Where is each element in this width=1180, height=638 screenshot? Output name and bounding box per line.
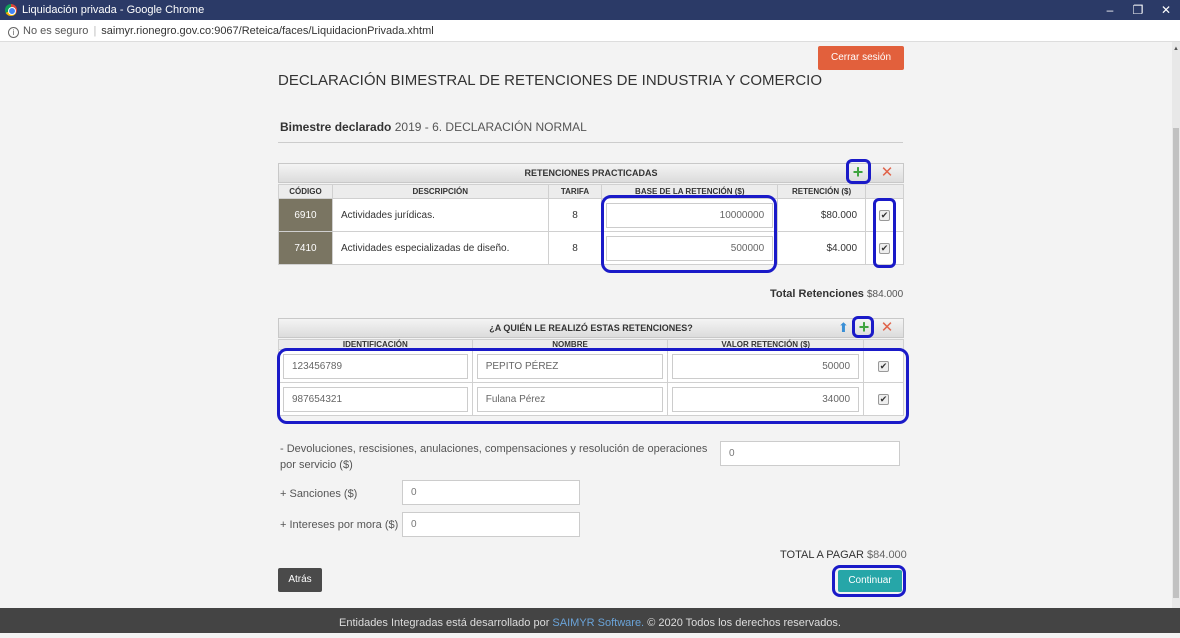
select-cell: ✔	[865, 198, 904, 232]
identificacion-input[interactable]: 123456789	[283, 353, 468, 379]
retenciones-table: CÓDIGO DESCRIPCIÓN TARIFA BASE DE LA RET…	[278, 184, 904, 265]
agentes-table: IDENTIFICACIÓN NOMBRE VALOR RETENCIÓN ($…	[278, 339, 904, 416]
close-window-icon[interactable]: ✕	[1152, 0, 1180, 20]
agentes-header-row: IDENTIFICACIÓN NOMBRE VALOR RETENCIÓN ($…	[278, 339, 904, 350]
retenciones-header-row: CÓDIGO DESCRIPCIÓN TARIFA BASE DE LA RET…	[278, 184, 904, 199]
valor-cell: 34000	[667, 382, 865, 416]
restore-icon[interactable]: ❐	[1124, 0, 1152, 20]
valor-input[interactable]: 34000	[672, 386, 860, 412]
table-row: 987654321 Fulana Pérez 34000 ✔	[278, 382, 904, 416]
intereses-input[interactable]: 0	[402, 512, 580, 537]
base-input[interactable]: 500000	[606, 235, 774, 261]
url-text[interactable]: saimyr.rionegro.gov.co:9067/Reteica/face…	[101, 25, 433, 37]
header-divider	[278, 142, 903, 143]
col-codigo: CÓDIGO	[278, 184, 333, 199]
browser-titlebar: Liquidación privada - Google Chrome – ❐ …	[0, 0, 1180, 20]
identificacion-cell: 123456789	[278, 349, 473, 383]
base-cell: 500000	[601, 231, 779, 265]
upload-arrow-up-icon[interactable]: ⬆	[838, 321, 849, 335]
table-row: 123456789 PEPITO PÉREZ 50000 ✔	[278, 349, 904, 383]
sanciones-label: + Sanciones ($)	[280, 488, 358, 500]
col-tarifa: TARIFA	[547, 184, 603, 199]
period-heading: Bimestre declarado 2019 - 6. DECLARACIÓN…	[280, 120, 587, 134]
table-row: 7410 Actividades especializadas de diseñ…	[278, 231, 904, 265]
descripcion-cell: Actividades especializadas de diseño.	[331, 231, 549, 265]
scroll-up-icon[interactable]: ▲	[1173, 46, 1179, 52]
sanciones-input[interactable]: 0	[402, 480, 580, 505]
page-footer: Entidades Integradas está desarrollado p…	[0, 608, 1180, 633]
total-retenciones-label: Total Retenciones	[770, 288, 864, 300]
base-input[interactable]: 10000000	[606, 202, 774, 228]
valor-cell: 50000	[667, 349, 865, 383]
chrome-icon	[5, 4, 17, 16]
valor-input[interactable]: 50000	[672, 353, 860, 379]
add-agente-plus-icon[interactable]: +	[857, 318, 871, 336]
period-value: 2019 - 6. DECLARACIÓN NORMAL	[394, 120, 587, 134]
retencion-cell: $4.000	[777, 231, 867, 265]
total-retenciones: Total Retenciones $84.000	[770, 288, 903, 300]
total-retenciones-value: $84.000	[867, 289, 904, 300]
remove-retencion-close-icon[interactable]: ✕	[880, 165, 894, 180]
retenciones-panel-title: RETENCIONES PRACTICADAS	[524, 168, 658, 178]
col-base: BASE DE LA RETENCIÓN ($)	[601, 184, 779, 199]
back-button[interactable]: Atrás	[278, 568, 322, 592]
nombre-cell: Fulana Pérez	[471, 382, 669, 416]
add-retencion-plus-icon[interactable]: +	[851, 163, 865, 181]
col-nombre: NOMBRE	[471, 339, 669, 350]
col-select	[865, 184, 904, 199]
period-label: Bimestre declarado	[280, 120, 392, 134]
row-checkbox[interactable]: ✔	[878, 393, 890, 405]
info-icon[interactable]: i	[8, 27, 19, 38]
select-cell: ✔	[863, 382, 904, 416]
nombre-input[interactable]: Fulana Pérez	[476, 386, 664, 412]
remove-agente-close-icon[interactable]: ✕	[880, 320, 894, 335]
tarifa-cell: 8	[547, 198, 603, 232]
retenciones-panel-header: RETENCIONES PRACTICADAS	[278, 163, 904, 183]
footer-prefix: Entidades Integradas está desarrollado p…	[339, 617, 550, 629]
continue-button[interactable]: Continuar	[838, 570, 902, 592]
intereses-label: + Intereses por mora ($)	[280, 519, 399, 531]
select-cell: ✔	[865, 231, 904, 265]
row-checkbox[interactable]: ✔	[879, 242, 891, 254]
tarifa-cell: 8	[547, 231, 603, 265]
identificacion-cell: 987654321	[278, 382, 473, 416]
codigo-cell: 6910	[278, 198, 333, 232]
window-title: Liquidación privada - Google Chrome	[22, 4, 205, 16]
page-scrollbar[interactable]: ▲	[1172, 42, 1180, 608]
nombre-input[interactable]: PEPITO PÉREZ	[476, 353, 664, 379]
descripcion-cell: Actividades jurídicas.	[331, 198, 549, 232]
footer-suffix: © 2020 Todos los derechos reservados.	[647, 617, 841, 629]
devoluciones-label: - Devoluciones, rescisiones, anulaciones…	[280, 443, 708, 471]
col-select	[863, 339, 904, 350]
base-cell: 10000000	[601, 198, 779, 232]
scrollbar-thumb[interactable]	[1173, 128, 1179, 598]
nombre-cell: PEPITO PÉREZ	[471, 349, 669, 383]
total-a-pagar-value: $84.000	[867, 549, 907, 561]
retencion-cell: $80.000	[777, 198, 867, 232]
total-a-pagar-label: TOTAL A PAGAR	[780, 549, 864, 561]
agentes-panel-header: ¿A QUIÉN LE REALIZÓ ESTAS RETENCIONES?	[278, 318, 904, 338]
row-checkbox[interactable]: ✔	[879, 209, 891, 221]
col-retencion: RETENCIÓN ($)	[777, 184, 867, 199]
identificacion-input[interactable]: 987654321	[283, 386, 468, 412]
address-bar[interactable]: i No es seguro | saimyr.rionegro.gov.co:906…	[0, 20, 1180, 42]
agentes-panel-title: ¿A QUIÉN LE REALIZÓ ESTAS RETENCIONES?	[489, 323, 693, 333]
minimize-icon[interactable]: –	[1096, 0, 1124, 20]
table-row: 6910 Actividades jurídicas. 8 10000000 $…	[278, 198, 904, 232]
security-label: No es seguro	[23, 25, 89, 37]
logout-button[interactable]: Cerrar sesión	[818, 46, 904, 70]
address-separator: |	[93, 25, 97, 37]
window-controls: – ❐ ✕	[1096, 0, 1180, 20]
select-cell: ✔	[863, 349, 904, 383]
codigo-cell: 7410	[278, 231, 333, 265]
col-identificacion: IDENTIFICACIÓN	[278, 339, 473, 350]
footer-link[interactable]: SAIMYR Software.	[552, 617, 644, 629]
col-valor: VALOR RETENCIÓN ($)	[667, 339, 865, 350]
page-title: DECLARACIÓN BIMESTRAL DE RETENCIONES DE …	[278, 72, 822, 89]
col-descripcion: DESCRIPCIÓN	[331, 184, 549, 199]
row-checkbox[interactable]: ✔	[878, 360, 890, 372]
total-a-pagar: TOTAL A PAGAR $84.000	[780, 549, 907, 561]
devoluciones-input[interactable]: 0	[720, 441, 900, 466]
